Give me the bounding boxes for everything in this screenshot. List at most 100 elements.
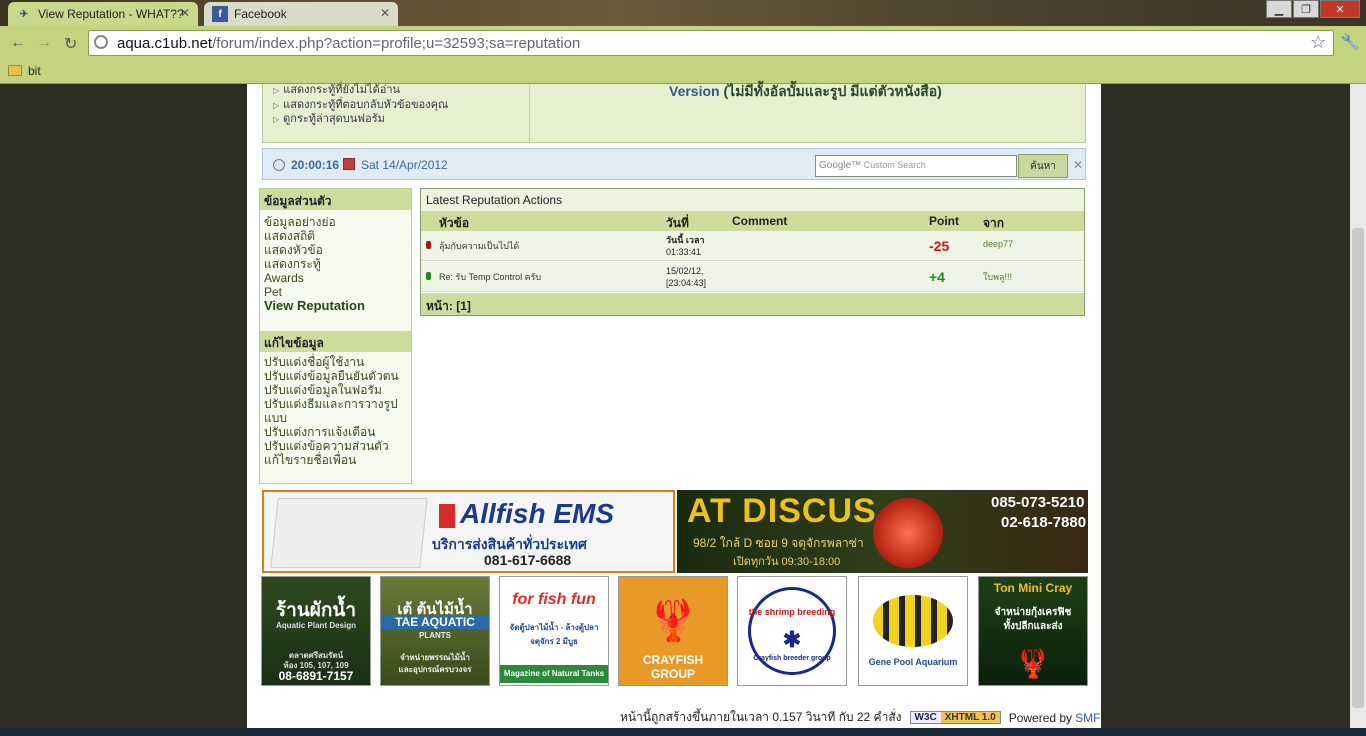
address-bar[interactable]: aqua.c1ub.net/forum/index.php?action=pro…: [88, 30, 1334, 56]
column-comment: Comment: [732, 214, 788, 228]
allfish-ems-banner[interactable]: Allfish EMS บริการส่งสินค้าทั่วประเทศ 08…: [262, 490, 675, 573]
os-taskbar: [0, 728, 1366, 736]
ad-crayfish-group[interactable]: 🦞 CRAYFISH GROUP: [618, 576, 728, 686]
row-date: 15/02/12, [23:04:43]: [666, 266, 707, 288]
scrollbar-thumb[interactable]: [1352, 228, 1364, 708]
sidebar-item-awards[interactable]: Awards: [264, 271, 304, 285]
version-text[interactable]: Version (ไม่มีทั้งอัลบั้มและรูป มีแต่ตัว…: [669, 81, 942, 103]
window-titlebar: ✈ View Reputation - WHAT?? ✕ f Facebook …: [0, 0, 1366, 26]
close-tab-icon[interactable]: ✕: [380, 6, 390, 20]
facebook-icon: f: [212, 6, 228, 22]
clock-icon: [273, 159, 285, 171]
ad-shrimp-breeding[interactable]: the shrimp breeding ✱ Crayfish breeder g…: [737, 576, 847, 686]
bookmark-star-icon[interactable]: ☆: [1310, 32, 1326, 53]
calendar-icon: [343, 158, 355, 170]
parcel-box-image: [270, 498, 428, 568]
table-row: Re: รับ Temp Control ครับ 15/02/12, [23:0…: [421, 262, 1084, 292]
back-arrow-icon[interactable]: ←: [10, 34, 26, 52]
negative-status-icon: [426, 241, 431, 249]
sidebar-item-edit-pm[interactable]: ปรับแต่งข้อความส่วนตัว: [264, 439, 389, 453]
minimize-button[interactable]: ▁: [1266, 0, 1292, 18]
forum-menu-box: แสดงกระทู้ที่ยังไม่ได้อ่าน แสดงกระทู้ที่…: [262, 81, 1086, 143]
column-point: Point: [929, 214, 959, 228]
sidebar-item-edit-theme[interactable]: ปรับแต่งธีมและการวางรูปแบบ: [264, 397, 404, 425]
forward-arrow-icon[interactable]: →: [36, 34, 52, 52]
allfish-logo-icon: [439, 504, 455, 528]
reload-icon[interactable]: ↻: [64, 34, 77, 54]
lobster-icon: ✱: [782, 627, 802, 652]
page-footer: หน้านี้ถูกสร้างขึ้นภายในเวลา 0.157 วินาท…: [620, 708, 1100, 727]
sidebar-item-edit-account[interactable]: ปรับแต่งข้อมูลยืนยันตัวตน: [264, 369, 399, 383]
reputation-title: Latest Reputation Actions: [421, 189, 1084, 211]
menu-divider: [529, 84, 530, 142]
page-info-icon[interactable]: [94, 35, 108, 49]
sidebar-item-summary[interactable]: ข้อมูลอย่างย่อ: [264, 215, 336, 229]
banner-phone-2: 02-618-7880: [1001, 514, 1087, 531]
profile-section-header: ข้อมูลส่วนตัว: [260, 189, 411, 210]
tab-label: View Reputation - WHAT??: [38, 7, 184, 21]
search-input[interactable]: Google™ Custom Search: [815, 155, 1017, 177]
profile-sidebar: ข้อมูลส่วนตัว ข้อมูลอย่างย่อ แสดงสถิติ แ…: [259, 188, 412, 484]
banner-phone-1: 085-073-5210: [991, 494, 1085, 511]
at-discus-banner[interactable]: AT DISCUS 98/2 ใกล้ D ซอย 9 จตุจักรพลาซ่…: [677, 490, 1088, 573]
edit-section-header: แก้ไขข้อมูล: [260, 331, 411, 352]
ad-for-fish-fun[interactable]: for fish fun จัดตู้ปลาไม้น้ำ - ล้างตู้ปล…: [499, 576, 609, 686]
ad-aquatic-plant-design[interactable]: ร้านผักน้ำ Aquatic Plant Design ตลาดศรีส…: [261, 576, 371, 686]
clear-search-icon[interactable]: ✕: [1073, 158, 1083, 172]
table-header: หัวข้อ วันที่ Comment Point จาก: [421, 211, 1084, 231]
ad-gene-pool-aquarium[interactable]: Gene Pool Aquarium: [858, 576, 968, 686]
sidebar-item-pet[interactable]: Pet: [264, 285, 282, 299]
tab-label: Facebook: [234, 7, 287, 21]
banner-brand: Allfish EMS: [460, 498, 615, 529]
sidebar-item-edit-notify[interactable]: ปรับแต่งการแจ้งเตือน: [264, 425, 375, 439]
crayfish-icon: 🦞: [1015, 648, 1051, 679]
reputation-table: Latest Reputation Actions หัวข้อ วันที่ …: [420, 188, 1085, 316]
folder-icon: [8, 65, 22, 76]
clock-bar: 20:00:16 Sat 14/Apr/2012 Google™ Custom …: [262, 148, 1086, 180]
sidebar-item-edit-username[interactable]: ปรับแต่งชื่อผู้ใช้งาน: [264, 355, 364, 369]
ad-ton-mini-cray[interactable]: Ton Mini Cray จำหน่ายกุ้งเครฟิช ทั้งปลีก…: [978, 576, 1088, 686]
positive-status-icon: [426, 272, 431, 280]
site-favicon-icon: ✈: [19, 8, 29, 20]
row-from-link[interactable]: deep77: [983, 239, 1013, 249]
sidebar-item-view-reputation[interactable]: View Reputation: [264, 299, 365, 313]
wrench-menu-icon[interactable]: 🔧: [1340, 32, 1360, 52]
table-row: ลุ้มกับความเป็นไปได้ วันนี้ เวลา 01:33:41…: [421, 231, 1084, 261]
footer-stats: หน้านี้ถูกสร้างขึ้นภายในเวลา 0.157 วินาท…: [620, 710, 902, 724]
bookmark-bit[interactable]: bit: [28, 64, 41, 78]
smf-link[interactable]: SMF: [1075, 711, 1100, 725]
close-window-button[interactable]: ✕: [1320, 0, 1360, 18]
row-subject-link[interactable]: Re: รับ Temp Control ครับ: [439, 270, 541, 284]
row-point: -25: [929, 238, 950, 254]
banner-title: AT DISCUS: [687, 492, 877, 530]
search-button[interactable]: ค้นหา: [1018, 154, 1068, 178]
page-link[interactable]: [1]: [456, 299, 471, 313]
crayfish-icon: 🦞: [648, 599, 698, 643]
sidebar-item-edit-forum[interactable]: ปรับแต่งข้อมูลในฟอรัม: [264, 383, 382, 397]
sidebar-item-topics[interactable]: แสดงหัวข้อ: [264, 243, 323, 257]
row-subject-link[interactable]: ลุ้มกับความเป็นไปได้: [439, 239, 519, 253]
row-date: วันนี้ เวลา 01:33:41: [666, 235, 705, 257]
close-tab-icon[interactable]: ✕: [180, 6, 190, 20]
current-time: 20:00:16: [291, 158, 340, 172]
sidebar-item-posts[interactable]: แสดงกระทู้: [264, 257, 321, 271]
tab-facebook[interactable]: f Facebook ✕: [204, 2, 398, 26]
tiger-fish-image: [873, 595, 953, 647]
banner-phone: 081-617-6688: [484, 552, 572, 568]
row-point: +4: [929, 269, 945, 285]
sidebar-item-edit-buddies[interactable]: แก้ไขรายชื่อเพื่อน: [264, 453, 356, 467]
restore-button[interactable]: ❐: [1293, 0, 1319, 18]
row-from-link[interactable]: ใบพลู!!!: [983, 270, 1012, 284]
current-date: Sat 14/Apr/2012: [361, 158, 448, 172]
ad-tae-aquatic[interactable]: เต้ ต้นไม้น้ำ TAE AQUATIC PLANTS จำหน่าย…: [380, 576, 490, 686]
xhtml-badge[interactable]: W3C XHTML 1.0: [909, 711, 1001, 724]
url-path: /forum/index.php?action=profile;u=32593;…: [212, 34, 581, 52]
url-host: aqua.c1ub.net: [117, 34, 213, 52]
tab-view-reputation[interactable]: ✈ View Reputation - WHAT?? ✕: [8, 2, 198, 26]
pagination: หน้า: [1]: [421, 293, 1084, 315]
powered-by-text: Powered by: [1008, 710, 1073, 725]
banner-hours: เปิดทุกวัน 09:30-18:00: [733, 556, 841, 568]
menu-recent-link[interactable]: ดูกระทู้ล่าสุดบนฟอรัม: [273, 109, 385, 127]
sidebar-item-stats[interactable]: แสดงสถิติ: [264, 229, 315, 243]
banner-address: 98/2 ใกล้ D ซอย 9 จตุจักรพลาซ่า: [693, 536, 864, 550]
